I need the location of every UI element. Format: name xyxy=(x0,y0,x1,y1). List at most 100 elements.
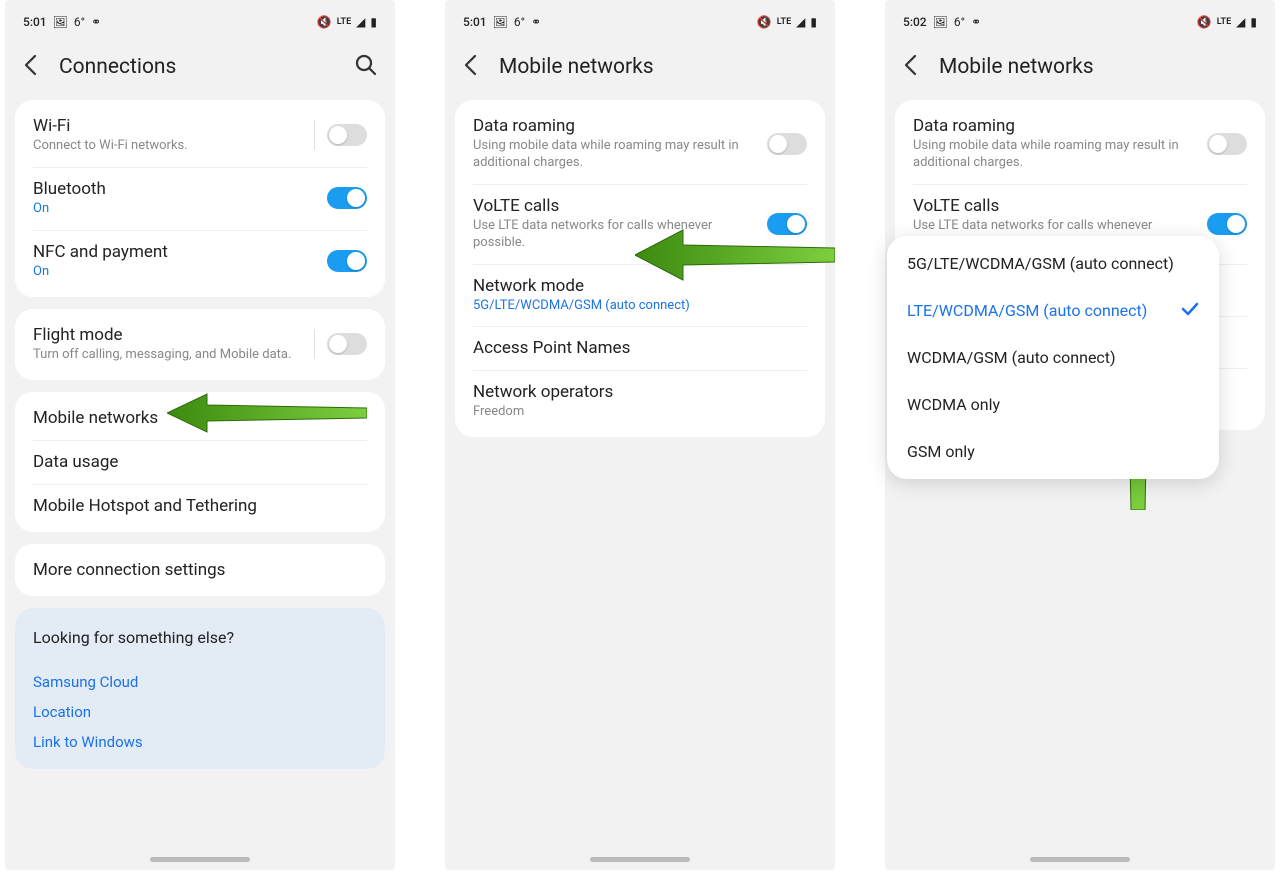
nav-pill[interactable] xyxy=(1030,857,1130,862)
voicemail-icon: ⚭ xyxy=(971,15,981,29)
popup-option-5g[interactable]: 5G/LTE/WCDMA/GSM (auto connect) xyxy=(887,240,1219,287)
card-more: More connection settings xyxy=(15,544,385,596)
row-subtitle: Using mobile data while roaming may resu… xyxy=(473,138,767,172)
image-icon: 🖼 xyxy=(933,15,948,29)
popup-option-lte[interactable]: LTE/WCDMA/GSM (auto connect) xyxy=(887,287,1219,334)
signal-icon: ◢ xyxy=(1236,15,1245,29)
row-title: Data roaming xyxy=(473,116,767,136)
row-operators[interactable]: Network operators Freedom xyxy=(455,370,825,433)
toggle-separator xyxy=(314,120,315,150)
nav-pill[interactable] xyxy=(590,857,690,862)
row-data-roaming[interactable]: Data roaming Using mobile data while roa… xyxy=(895,104,1265,184)
row-subtitle: Freedom xyxy=(473,404,807,421)
voicemail-icon: ⚭ xyxy=(91,15,101,29)
network-mode-popup: 5G/LTE/WCDMA/GSM (auto connect) LTE/WCDM… xyxy=(887,236,1219,479)
phone-screen-3: 5:02 🖼 6° ⚭ 🔇 LTE ◢ ▮ Mobile networks Da… xyxy=(885,0,1275,870)
row-more-settings[interactable]: More connection settings xyxy=(15,548,385,592)
row-subtitle: 5G/LTE/WCDMA/GSM (auto connect) xyxy=(473,298,807,315)
row-subtitle: Turn off calling, messaging, and Mobile … xyxy=(33,347,302,364)
row-title: Flight mode xyxy=(33,325,302,345)
phone-screen-1: 5:01 🖼 6° ⚭ 🔇 LTE ◢ ▮ Connections Wi-Fi … xyxy=(5,0,395,870)
row-title: Mobile Hotspot and Tethering xyxy=(33,496,367,516)
popup-option-gsm[interactable]: GSM only xyxy=(887,428,1219,475)
row-title: Wi-Fi xyxy=(33,116,302,136)
annotation-arrow-icon xyxy=(635,228,835,282)
image-icon: 🖼 xyxy=(53,15,68,29)
back-icon[interactable] xyxy=(23,54,37,80)
wifi-toggle[interactable] xyxy=(327,124,367,146)
weather-icon: 6° xyxy=(954,15,965,29)
page-title: Mobile networks xyxy=(939,55,1257,79)
row-flight-mode[interactable]: Flight mode Turn off calling, messaging,… xyxy=(15,313,385,376)
tip-link-samsung-cloud[interactable]: Samsung Cloud xyxy=(15,667,385,697)
page-title: Connections xyxy=(59,55,355,79)
row-title: Bluetooth xyxy=(33,179,327,199)
mute-icon: 🔇 xyxy=(1197,15,1212,29)
nav-pill[interactable] xyxy=(150,857,250,862)
option-label: GSM only xyxy=(907,442,975,461)
row-title: VoLTE calls xyxy=(473,196,767,216)
card-flight: Flight mode Turn off calling, messaging,… xyxy=(15,309,385,380)
mute-icon: 🔇 xyxy=(317,15,332,29)
row-subtitle: Using mobile data while roaming may resu… xyxy=(913,138,1207,172)
nfc-toggle[interactable] xyxy=(327,250,367,272)
row-title: VoLTE calls xyxy=(913,196,1207,216)
row-wifi[interactable]: Wi-Fi Connect to Wi-Fi networks. xyxy=(15,104,385,167)
roaming-toggle[interactable] xyxy=(767,133,807,155)
row-bluetooth[interactable]: Bluetooth On xyxy=(15,167,385,230)
row-hotspot[interactable]: Mobile Hotspot and Tethering xyxy=(15,484,385,528)
row-apn[interactable]: Access Point Names xyxy=(455,326,825,370)
option-label: LTE/WCDMA/GSM (auto connect) xyxy=(907,301,1147,320)
search-icon[interactable] xyxy=(355,54,377,80)
card-wireless: Wi-Fi Connect to Wi-Fi networks. Bluetoo… xyxy=(15,100,385,297)
weather-icon: 6° xyxy=(514,15,525,29)
row-data-usage[interactable]: Data usage xyxy=(15,440,385,484)
lte-icon: LTE xyxy=(337,17,351,27)
flight-toggle[interactable] xyxy=(327,333,367,355)
row-title: More connection settings xyxy=(33,560,367,580)
bluetooth-toggle[interactable] xyxy=(327,187,367,209)
status-time: 5:01 xyxy=(463,15,487,29)
row-data-roaming[interactable]: Data roaming Using mobile data while roa… xyxy=(455,104,825,184)
voicemail-icon: ⚭ xyxy=(531,15,541,29)
status-bar: 5:02 🖼 6° ⚭ 🔇 LTE ◢ ▮ xyxy=(885,8,1275,36)
tip-link-location[interactable]: Location xyxy=(15,697,385,727)
card-tip: Looking for something else? Samsung Clou… xyxy=(15,608,385,769)
roaming-toggle[interactable] xyxy=(1207,133,1247,155)
tip-header: Looking for something else? xyxy=(15,612,385,667)
signal-icon: ◢ xyxy=(356,15,365,29)
status-bar: 5:01 🖼 6° ⚭ 🔇 LTE ◢ ▮ xyxy=(5,8,395,36)
back-icon[interactable] xyxy=(463,54,477,80)
page-title: Mobile networks xyxy=(499,55,817,79)
row-title: Network operators xyxy=(473,382,807,402)
lte-icon: LTE xyxy=(1217,17,1231,27)
image-icon: 🖼 xyxy=(493,15,508,29)
header: Connections xyxy=(5,36,395,94)
tip-link-windows[interactable]: Link to Windows xyxy=(15,727,385,765)
header: Mobile networks xyxy=(885,36,1275,94)
volte-toggle[interactable] xyxy=(1207,213,1247,235)
row-subtitle: Connect to Wi-Fi networks. xyxy=(33,138,302,155)
phone-screen-2: 5:01 🖼 6° ⚭ 🔇 LTE ◢ ▮ Mobile networks Da… xyxy=(445,0,835,870)
status-time: 5:02 xyxy=(903,15,927,29)
popup-option-wcdma[interactable]: WCDMA only xyxy=(887,381,1219,428)
row-title: Data roaming xyxy=(913,116,1207,136)
signal-icon: ◢ xyxy=(796,15,805,29)
option-label: 5G/LTE/WCDMA/GSM (auto connect) xyxy=(907,254,1174,273)
back-icon[interactable] xyxy=(903,54,917,80)
status-bar: 5:01 🖼 6° ⚭ 🔇 LTE ◢ ▮ xyxy=(445,8,835,36)
check-icon xyxy=(1181,301,1199,320)
battery-icon: ▮ xyxy=(370,15,377,29)
popup-option-wcdma-gsm[interactable]: WCDMA/GSM (auto connect) xyxy=(887,334,1219,381)
battery-icon: ▮ xyxy=(1250,15,1257,29)
row-nfc[interactable]: NFC and payment On xyxy=(15,230,385,293)
row-title: Access Point Names xyxy=(473,338,807,358)
lte-icon: LTE xyxy=(777,17,791,27)
option-label: WCDMA only xyxy=(907,395,1000,414)
annotation-arrow-icon xyxy=(167,392,367,434)
option-label: WCDMA/GSM (auto connect) xyxy=(907,348,1116,367)
row-subtitle: On xyxy=(33,201,327,218)
status-time: 5:01 xyxy=(23,15,47,29)
row-title: Data usage xyxy=(33,452,367,472)
row-subtitle: On xyxy=(33,264,327,281)
